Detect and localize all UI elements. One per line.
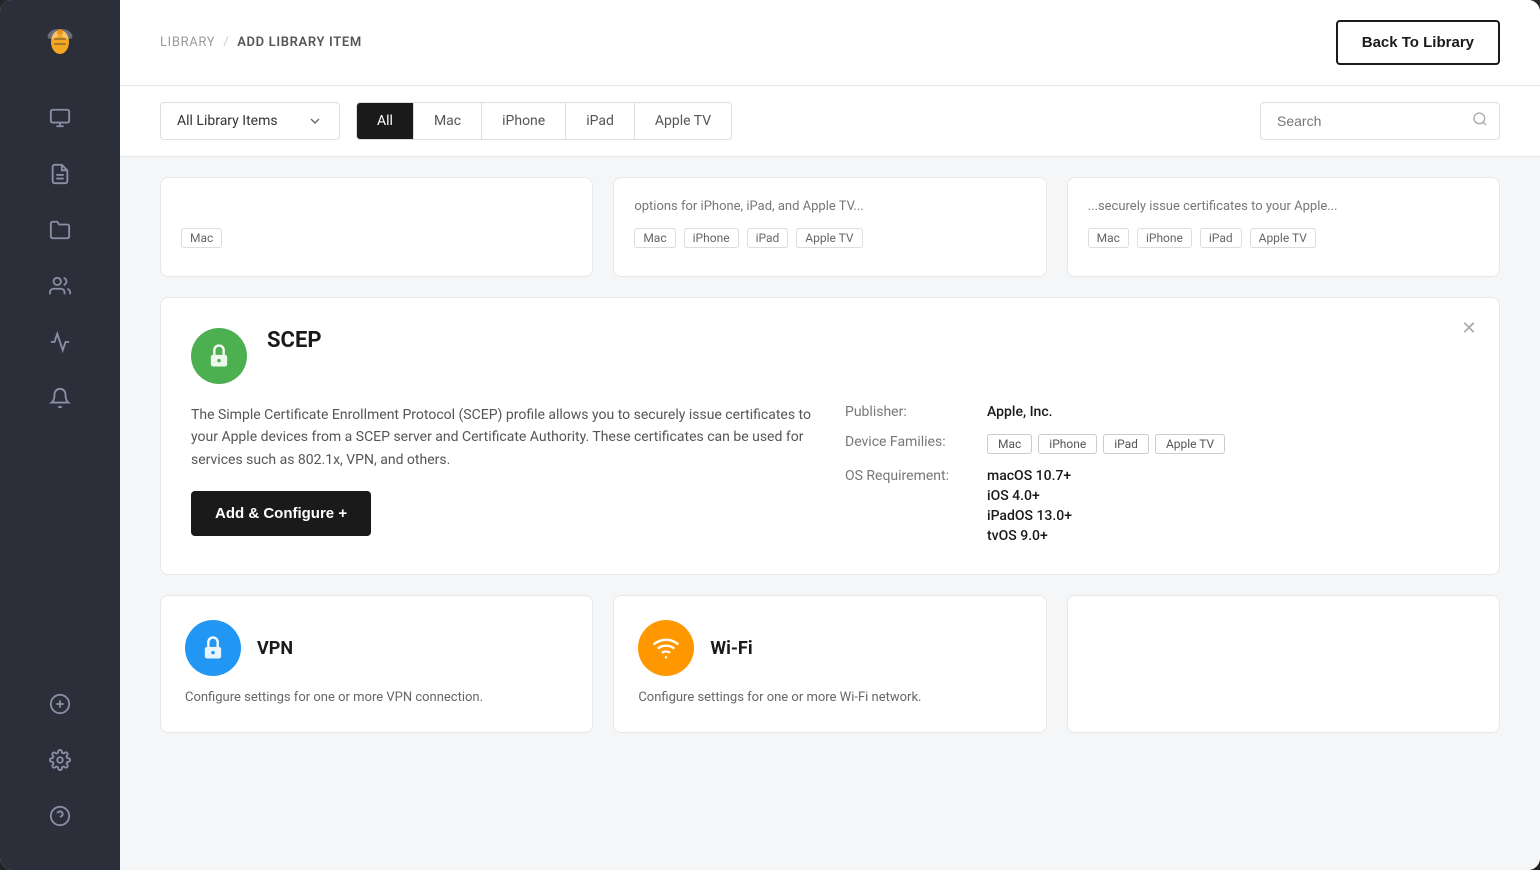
back-to-library-button[interactable]: Back To Library: [1336, 20, 1500, 65]
wifi-icon: [638, 620, 694, 676]
search-wrapper: [1260, 102, 1500, 140]
wifi-card-header: Wi-Fi: [638, 620, 1021, 676]
os-list: macOS 10.7+ iOS 4.0+ iPadOS 13.0+ tvOS 9…: [987, 468, 1072, 544]
tab-mac[interactable]: Mac: [414, 103, 482, 139]
sidebar-item-files[interactable]: [36, 206, 84, 254]
sidebar-item-users[interactable]: [36, 262, 84, 310]
sidebar-nav: [36, 94, 84, 680]
logo: [40, 20, 80, 64]
sidebar: [0, 0, 120, 870]
scep-card-header: SCEP: [191, 328, 1469, 384]
partial-card-1: Mac: [160, 177, 593, 277]
device-families-tags: Mac iPhone iPad Apple TV: [987, 434, 1225, 454]
meta-device-families: Device Families: Mac iPhone iPad Apple T…: [845, 434, 1469, 454]
os-requirement-label: OS Requirement:: [845, 468, 975, 484]
card-3-tags: Mac iPhone iPad Apple TV: [1088, 228, 1479, 248]
app-wrapper: LIBRARY / ADD LIBRARY ITEM Back To Libra…: [0, 0, 1540, 870]
tag-iphone: iPhone: [1137, 228, 1192, 248]
tab-appletv[interactable]: Apple TV: [635, 103, 731, 139]
os-macos: macOS 10.7+: [987, 468, 1072, 484]
tag-appletv: Apple TV: [1250, 228, 1316, 248]
partial-card-2: options for iPhone, iPad, and Apple TV..…: [613, 177, 1046, 277]
vpn-card-header: VPN: [185, 620, 568, 676]
tag-ipad: iPad: [747, 228, 789, 248]
tab-all[interactable]: All: [357, 103, 414, 139]
card-3-text: ...securely issue certificates to your A…: [1088, 198, 1479, 216]
content-area: Mac options for iPhone, iPad, and Apple …: [120, 157, 1540, 870]
library-filter-dropdown[interactable]: All Library Items: [160, 102, 340, 140]
scep-description: The Simple Certificate Enrollment Protoc…: [191, 404, 815, 471]
scep-icon: [191, 328, 247, 384]
meta-os-requirement: OS Requirement: macOS 10.7+ iOS 4.0+ iPa…: [845, 468, 1469, 544]
device-families-label: Device Families:: [845, 434, 975, 450]
family-mac: Mac: [987, 434, 1032, 454]
toolbar: All Library Items All Mac iPhone iPad Ap…: [120, 86, 1540, 157]
os-ios: iOS 4.0+: [987, 488, 1072, 504]
sidebar-item-notifications[interactable]: [36, 374, 84, 422]
sidebar-item-help[interactable]: [36, 792, 84, 840]
card-2-tags: Mac iPhone iPad Apple TV: [634, 228, 1025, 248]
tag-ipad: iPad: [1200, 228, 1242, 248]
tag-iphone: iPhone: [684, 228, 739, 248]
tab-iphone[interactable]: iPhone: [482, 103, 566, 139]
chevron-down-icon: [307, 113, 323, 129]
vpn-icon: [185, 620, 241, 676]
vpn-card: VPN Configure settings for one or more V…: [160, 595, 593, 733]
search-icon: [1472, 111, 1488, 131]
wifi-card: Wi-Fi Configure settings for one or more…: [613, 595, 1046, 733]
tag-appletv: Apple TV: [796, 228, 862, 248]
sidebar-item-add[interactable]: [36, 680, 84, 728]
os-ipados: iPadOS 13.0+: [987, 508, 1072, 524]
scep-expanded-card: ✕ SCEP The: [160, 297, 1500, 575]
family-iphone: iPhone: [1038, 434, 1097, 454]
sidebar-item-monitor[interactable]: [36, 94, 84, 142]
wifi-title: Wi-Fi: [710, 638, 752, 659]
sidebar-item-activity[interactable]: [36, 318, 84, 366]
tab-ipad[interactable]: iPad: [566, 103, 635, 139]
family-ipad: iPad: [1103, 434, 1149, 454]
wifi-description: Configure settings for one or more Wi-Fi…: [638, 688, 1021, 708]
main-content: LIBRARY / ADD LIBRARY ITEM Back To Libra…: [120, 0, 1540, 870]
sidebar-item-settings[interactable]: [36, 736, 84, 784]
card-2-text: options for iPhone, iPad, and Apple TV..…: [634, 198, 1025, 216]
placeholder-card-3: [1067, 595, 1500, 733]
scep-meta: Publisher: Apple, Inc. Device Families: …: [845, 404, 1469, 544]
scep-title: SCEP: [267, 328, 322, 353]
partial-card-3: ...securely issue certificates to your A…: [1067, 177, 1500, 277]
scep-card-body: The Simple Certificate Enrollment Protoc…: [191, 404, 1469, 544]
card-1-tags: Mac: [181, 228, 572, 248]
header: LIBRARY / ADD LIBRARY ITEM Back To Libra…: [120, 0, 1540, 86]
breadcrumb-current: ADD LIBRARY ITEM: [237, 35, 362, 50]
add-configure-button[interactable]: Add & Configure +: [191, 491, 371, 536]
breadcrumb-parent: LIBRARY: [160, 35, 215, 50]
vpn-description: Configure settings for one or more VPN c…: [185, 688, 568, 708]
tag-mac: Mac: [1088, 228, 1129, 248]
breadcrumb-separator: /: [223, 35, 229, 50]
sidebar-item-reports[interactable]: [36, 150, 84, 198]
publisher-value: Apple, Inc.: [987, 404, 1053, 420]
sidebar-bottom: [36, 680, 84, 840]
search-input[interactable]: [1260, 102, 1500, 140]
vpn-title: VPN: [257, 638, 293, 659]
family-appletv: Apple TV: [1155, 434, 1225, 454]
dropdown-label: All Library Items: [177, 113, 278, 129]
tag-mac: Mac: [634, 228, 675, 248]
partial-cards-row: Mac options for iPhone, iPad, and Apple …: [160, 177, 1500, 277]
tag-mac: Mac: [181, 228, 222, 248]
bottom-cards-row: VPN Configure settings for one or more V…: [160, 595, 1500, 733]
os-tvos: tvOS 9.0+: [987, 528, 1072, 544]
filter-tabs: All Mac iPhone iPad Apple TV: [356, 102, 732, 140]
breadcrumb: LIBRARY / ADD LIBRARY ITEM: [160, 35, 362, 50]
publisher-label: Publisher:: [845, 404, 975, 420]
meta-publisher: Publisher: Apple, Inc.: [845, 404, 1469, 420]
close-button[interactable]: ✕: [1455, 314, 1483, 342]
